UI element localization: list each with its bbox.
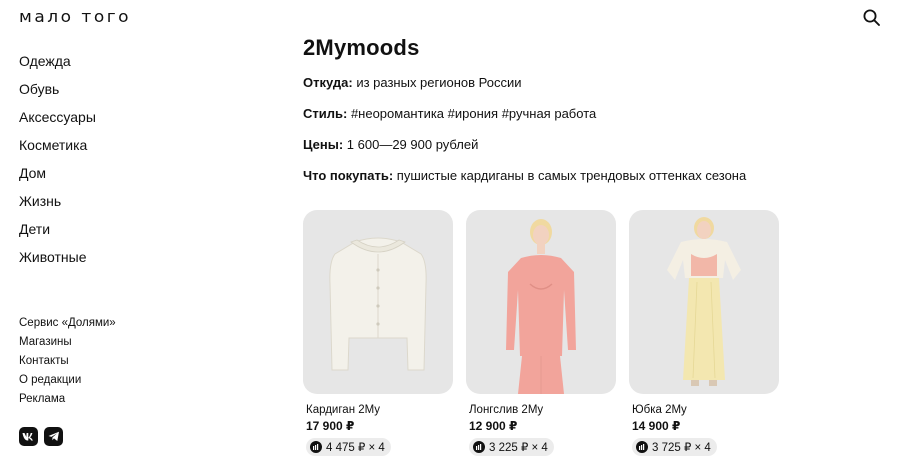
main-nav: Одежда Обувь Аксессуары Косметика Дом Жи… xyxy=(19,50,96,274)
info-label: Стиль: xyxy=(303,106,348,121)
nav-item-kids[interactable]: Дети xyxy=(19,218,96,246)
nav-item-cosmetics[interactable]: Косметика xyxy=(19,134,96,162)
product-image[interactable] xyxy=(303,210,453,394)
dolyami-icon xyxy=(473,441,485,453)
brand-article: 2Mymoods Откуда: из разных регионов Росс… xyxy=(303,34,863,184)
product-price: 17 900 ₽ xyxy=(306,419,355,433)
installment-text: 3 225 ₽ × 4 xyxy=(489,442,548,454)
product-card[interactable]: Кардиган 2My 17 900 ₽ 4 475 ₽ × 4 xyxy=(303,210,453,456)
info-value: пушистые кардиганы в самых трендовых отт… xyxy=(393,168,747,183)
nav-item-home[interactable]: Дом xyxy=(19,162,96,190)
product-card[interactable]: Юбка 2My 14 900 ₽ 3 725 ₽ × 4 xyxy=(629,210,779,456)
nav-item-pets[interactable]: Животные xyxy=(19,246,96,274)
info-row-prices: Цены: 1 600—29 900 рублей xyxy=(303,137,863,153)
footer-link-dolyami[interactable]: Сервис «Долями» xyxy=(19,314,116,333)
installment-text: 4 475 ₽ × 4 xyxy=(326,442,385,454)
product-image[interactable] xyxy=(466,210,616,394)
info-row-what-to-buy: Что покупать: пушистые кардиганы в самых… xyxy=(303,168,863,184)
nav-item-clothes[interactable]: Одежда xyxy=(19,50,96,78)
product-name: Лонгслив 2My xyxy=(469,404,544,416)
telegram-icon xyxy=(48,431,59,441)
installment-text: 3 725 ₽ × 4 xyxy=(652,442,711,454)
product-name: Юбка 2My xyxy=(632,404,687,416)
nav-item-shoes[interactable]: Обувь xyxy=(19,78,96,106)
brand-title: 2Mymoods xyxy=(303,35,420,60)
vk-button[interactable] xyxy=(19,427,38,446)
footer-link-stores[interactable]: Магазины xyxy=(19,333,116,352)
info-label: Откуда: xyxy=(303,75,353,90)
search-button[interactable] xyxy=(862,8,882,28)
nav-item-accessories[interactable]: Аксессуары xyxy=(19,106,96,134)
installment-badge[interactable]: 4 475 ₽ × 4 xyxy=(306,438,391,456)
info-row-style: Стиль: #неоромантика #ирония #ручная раб… xyxy=(303,106,863,122)
site-logo[interactable]: мало того xyxy=(19,7,131,27)
product-price: 14 900 ₽ xyxy=(632,419,681,433)
dolyami-icon xyxy=(310,441,322,453)
footer-link-ads[interactable]: Реклама xyxy=(19,390,116,409)
info-label: Цены: xyxy=(303,137,344,152)
installment-badge[interactable]: 3 225 ₽ × 4 xyxy=(469,438,554,456)
info-value: #неоромантика #ирония #ручная работа xyxy=(347,106,597,121)
product-name: Кардиган 2My xyxy=(306,404,380,416)
product-card[interactable]: Лонгслив 2My 12 900 ₽ 3 225 ₽ × 4 xyxy=(466,210,616,456)
logo-text: мало того xyxy=(19,7,132,27)
cardigan-image xyxy=(329,237,427,371)
info-row-origin: Откуда: из разных регионов России xyxy=(303,75,863,91)
vk-icon xyxy=(22,433,33,441)
product-list: Кардиган 2My 17 900 ₽ 4 475 ₽ × 4 Лонгсл… xyxy=(303,210,779,456)
search-icon xyxy=(863,9,880,26)
social-links xyxy=(19,427,63,446)
product-image[interactable] xyxy=(629,210,779,394)
telegram-button[interactable] xyxy=(44,427,63,446)
footer-links: Сервис «Долями» Магазины Контакты О реда… xyxy=(19,314,116,409)
footer-link-about[interactable]: О редакции xyxy=(19,371,116,390)
info-label: Что покупать: xyxy=(303,168,394,183)
dolyami-icon xyxy=(636,441,648,453)
nav-item-life[interactable]: Жизнь xyxy=(19,190,96,218)
skirt-image xyxy=(667,217,741,386)
product-price: 12 900 ₽ xyxy=(469,419,518,433)
info-value: 1 600—29 900 рублей xyxy=(343,137,479,152)
info-value: из разных регионов России xyxy=(352,75,522,90)
longsleeve-image xyxy=(506,219,576,394)
installment-badge[interactable]: 3 725 ₽ × 4 xyxy=(632,438,717,456)
footer-link-contacts[interactable]: Контакты xyxy=(19,352,116,371)
